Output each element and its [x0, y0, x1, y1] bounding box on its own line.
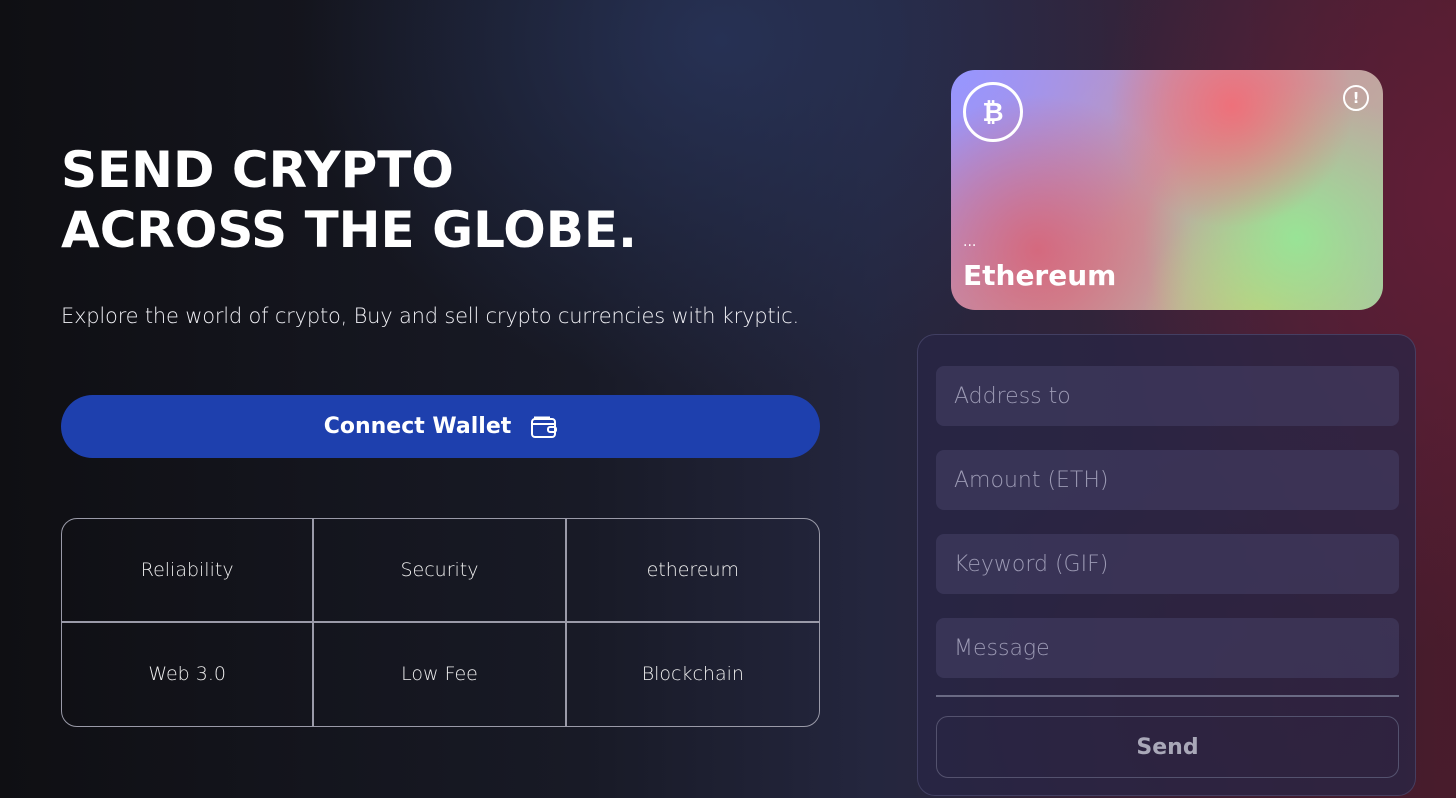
address-input[interactable] [936, 366, 1399, 426]
divider [936, 695, 1399, 697]
feature-security: Security [314, 519, 567, 623]
connect-wallet-label: Connect Wallet [323, 414, 512, 439]
features-grid: Reliability Security ethereum Web 3.0 Lo… [61, 518, 820, 727]
info-icon[interactable]: ! [1343, 85, 1369, 111]
message-input[interactable] [936, 618, 1399, 678]
connect-wallet-button[interactable]: Connect Wallet [61, 395, 820, 458]
send-button[interactable]: Send [936, 716, 1399, 778]
ethereum-card: ₿ ! ... Ethereum [951, 70, 1383, 310]
keyword-input[interactable] [936, 534, 1399, 594]
feature-web3: Web 3.0 [62, 622, 315, 726]
hero-title: SEND CRYPTO ACROSS THE GLOBE. [61, 140, 637, 260]
wallet-icon [531, 416, 558, 438]
send-form: Send [917, 334, 1416, 796]
feature-reliability: Reliability [62, 519, 315, 623]
hero-subtitle: Explore the world of crypto, Buy and sel… [61, 304, 799, 328]
feature-low-fee: Low Fee [314, 622, 567, 726]
hero-title-line2: ACROSS THE GLOBE. [61, 201, 637, 259]
card-address: ... [963, 234, 977, 250]
card-network: Ethereum [963, 259, 1117, 292]
bitcoin-icon: ₿ [963, 82, 1023, 142]
hero-title-line1: SEND CRYPTO [61, 141, 454, 199]
feature-blockchain: Blockchain [641, 663, 744, 686]
feature-ethereum: ethereum [566, 519, 819, 623]
amount-input[interactable] [936, 450, 1399, 510]
